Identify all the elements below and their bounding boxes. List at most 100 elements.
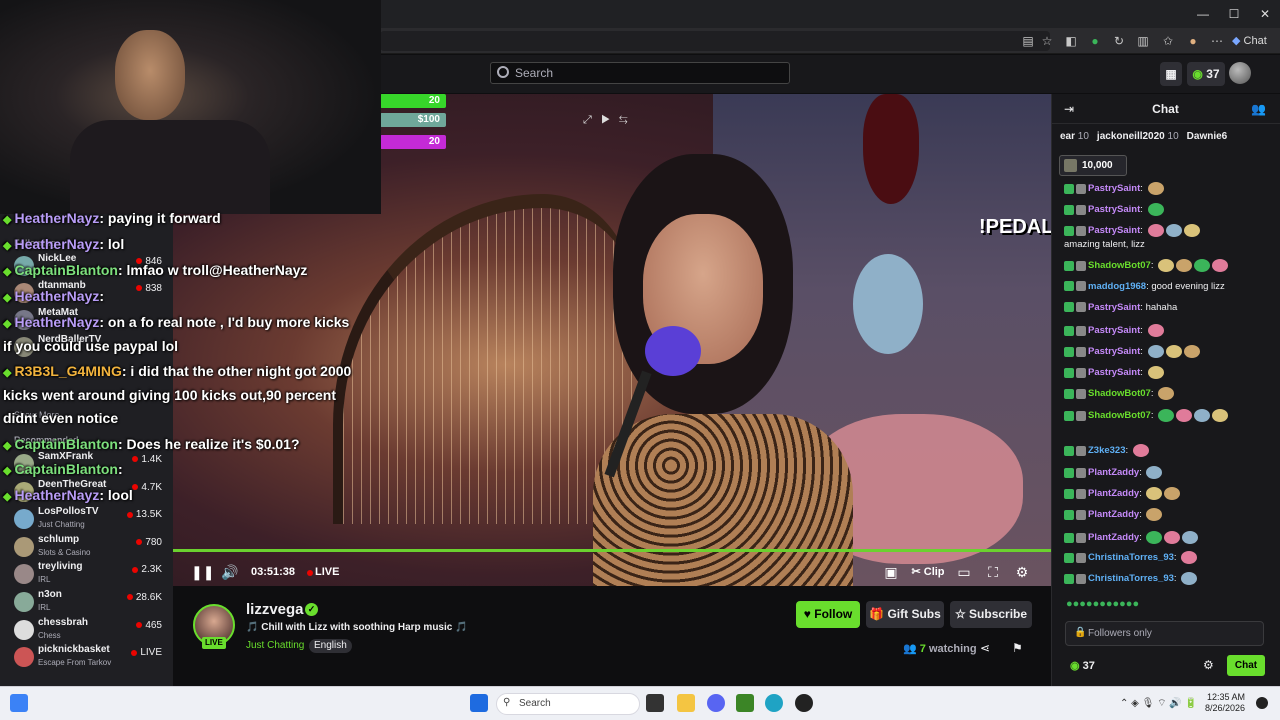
chat-username[interactable]: ShadowBot07 (1088, 410, 1151, 421)
report-icon[interactable]: ⚑ (1012, 641, 1023, 655)
sidebar-channel[interactable]: LosPollosTV Just Chatting 13.5K (14, 505, 166, 533)
chat-badge-icon: ◆ (3, 367, 15, 379)
sub-tier-badge-icon (1076, 509, 1086, 520)
share-icon[interactable]: ⋖ (980, 641, 990, 655)
grammarly-icon[interactable]: ● (1087, 33, 1103, 49)
favorite-icon[interactable]: ☆ (1039, 33, 1055, 49)
profile-icon[interactable]: ● (1185, 33, 1201, 49)
sidebar-channel[interactable]: treyliving IRL 2.3K (14, 560, 166, 588)
system-tray-icons[interactable]: ⌃ ◈ 🎙 ⌔ 🔊 🔋 (1120, 697, 1197, 710)
pinned-gift[interactable]: 10,000 (1059, 155, 1127, 176)
dashboard-icon[interactable]: ▦ (1160, 62, 1182, 86)
leaderboard-entry[interactable]: jackoneill2020 10 (1097, 131, 1179, 142)
copilot-chat-button[interactable]: ◆ Chat (1232, 31, 1276, 51)
leaderboard-entry[interactable]: Dawnie6 (1187, 131, 1228, 142)
sidebar-channel-category: IRL (38, 603, 51, 612)
miniplayer-icon[interactable]: ▣ (881, 562, 901, 582)
leaderboard-entry[interactable]: ear 10 (1060, 131, 1089, 142)
video-progress-bar[interactable] (173, 549, 1051, 552)
collections-icon[interactable]: ✩ (1160, 33, 1176, 49)
minecraft-icon[interactable] (736, 694, 754, 712)
refresh-icon[interactable]: ↻ (1111, 33, 1127, 49)
reader-icon[interactable]: ▤ (1020, 33, 1036, 49)
more-icon[interactable]: ⋯ (1209, 33, 1225, 49)
chat-input[interactable]: Followers only (1065, 621, 1264, 646)
overlay-chat-text: : on a fo real note , I'd buy more kicks (99, 314, 350, 330)
task-view-icon[interactable] (646, 694, 664, 712)
chat-username[interactable]: Z3ke323 (1088, 445, 1126, 456)
subscriber-badge-icon (1064, 204, 1074, 215)
discord-icon[interactable] (707, 694, 725, 712)
sidebar-channel[interactable]: chessbrah Chess 465 (14, 616, 166, 644)
chat-users-icon[interactable]: 👥 (1251, 102, 1266, 116)
chat-username[interactable]: PlantZaddy (1088, 488, 1139, 499)
notification-icon[interactable] (1256, 697, 1268, 709)
sidebar-channel[interactable]: n3on IRL 28.6K (14, 588, 166, 616)
chat-username[interactable]: ShadowBot07 (1088, 388, 1151, 399)
obs-icon[interactable] (795, 694, 813, 712)
edge-icon[interactable] (765, 694, 783, 712)
overlay-chat-line: ◆ HeatherNayz: lool (3, 487, 133, 503)
user-avatar[interactable] (1229, 62, 1251, 84)
chat-settings-icon[interactable]: ⚙ (1203, 658, 1214, 672)
chat-username[interactable]: PastrySaint (1088, 346, 1140, 357)
taskbar-clock[interactable]: 12:35 AM 8/26/2026 (1205, 692, 1245, 714)
chat-message: PlantZaddy: (1064, 487, 1181, 500)
gift-subs-button[interactable]: 🎁 Gift Subs (866, 601, 944, 628)
pause-icon[interactable]: ❚❚ (191, 562, 214, 582)
subscriber-badge-icon (1064, 467, 1074, 478)
chat-send-button[interactable]: Chat (1227, 655, 1265, 676)
sub-tier-badge-icon (1076, 325, 1086, 336)
sub-tier-badge-icon (1076, 488, 1086, 499)
subscribe-button[interactable]: ☆ Subscribe (950, 601, 1032, 628)
chat-username[interactable]: PastrySaint (1088, 204, 1140, 215)
follow-button[interactable]: ♥ Follow (796, 601, 860, 628)
overlay-chat-text: : lmfao w troll@HeatherNayz (117, 262, 308, 278)
extension-icon[interactable]: ◧ (1063, 33, 1079, 49)
fullscreen-icon[interactable]: ⛶ (983, 562, 1003, 582)
chat-username[interactable]: ShadowBot07 (1088, 260, 1151, 271)
chat-username[interactable]: PlantZaddy (1088, 509, 1139, 520)
chat-message: ShadowBot07: (1064, 409, 1229, 422)
taskbar-search[interactable]: Search (496, 693, 640, 715)
emote-icon (1147, 224, 1164, 237)
lock-icon: 🔒 (1074, 627, 1087, 638)
volume-icon[interactable]: 🔊 (220, 562, 240, 582)
start-icon[interactable] (470, 694, 488, 712)
chat-username[interactable]: maddog1968 (1088, 281, 1146, 292)
close-window-button[interactable]: ✕ (1250, 4, 1280, 24)
chat-username[interactable]: PastrySaint (1088, 302, 1140, 313)
sidebar-channel[interactable]: schlump Slots & Casino 780 (14, 533, 166, 561)
search-input[interactable]: Search (490, 62, 790, 84)
chat-username[interactable]: ChristinaTorres_93 (1088, 573, 1174, 584)
settings-icon[interactable]: ⚙ (1012, 562, 1032, 582)
emote-icon (1176, 409, 1193, 422)
file-explorer-icon[interactable] (677, 694, 695, 712)
chat-username[interactable]: PlantZaddy (1088, 467, 1139, 478)
stream-category[interactable]: Just Chatting (246, 640, 304, 651)
theater-mode-icon[interactable]: ▭ (954, 562, 974, 582)
split-screen-icon[interactable]: ▥ (1135, 33, 1151, 49)
minimize-button[interactable]: — (1188, 4, 1218, 24)
webcam-overlay (0, 0, 381, 214)
chat-username[interactable]: PastrySaint (1088, 367, 1140, 378)
language-tag[interactable]: English (309, 639, 352, 653)
address-bar[interactable] (380, 31, 1050, 51)
chat-username[interactable]: PastrySaint (1088, 225, 1140, 236)
collapse-chat-icon[interactable]: ⇥ (1064, 102, 1074, 116)
sidebar-channel[interactable]: picknickbasket Escape From Tarkov LIVE (14, 643, 166, 671)
overlay-controls-icons[interactable]: ⤢ ▶ ⇆ (583, 114, 628, 127)
clip-button[interactable]: ✂ Clip (909, 562, 947, 582)
bits-button[interactable]: ◉ 37 (1187, 62, 1225, 86)
widgets-icon[interactable] (10, 694, 28, 712)
chat-message: PastrySaint: (1064, 182, 1164, 195)
chat-username[interactable]: PlantZaddy (1088, 532, 1139, 543)
channel-name[interactable]: lizzvega (246, 601, 304, 618)
emote-icon (1183, 224, 1200, 237)
chat-username[interactable]: PastrySaint (1088, 183, 1140, 194)
channel-points[interactable]: ◉ 37 (1070, 659, 1095, 672)
chat-username[interactable]: ChristinaTorres_93 (1088, 552, 1174, 563)
emote-bar[interactable]: ●●●●●●●●●●● (1066, 598, 1139, 610)
chat-username[interactable]: PastrySaint (1088, 325, 1140, 336)
maximize-button[interactable]: ☐ (1219, 4, 1249, 24)
